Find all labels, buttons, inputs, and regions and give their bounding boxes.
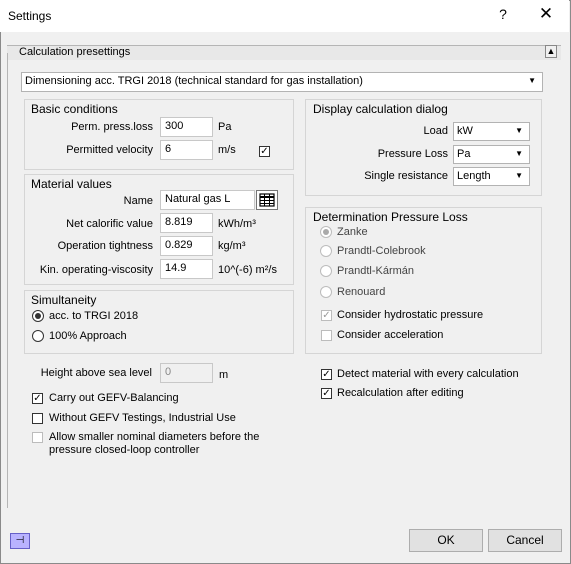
allow-smaller-label-1: Allow smaller nominal diameters before t… [49,431,260,443]
chevron-down-icon: ▼ [515,171,523,180]
chevron-down-icon: ▼ [515,126,523,135]
press-loss-label: Perm. press.loss [71,121,153,133]
title-bar: Settings ? ✕ [0,0,569,32]
velocity-checkbox[interactable]: ✓ [259,146,270,157]
press-loss-unit: Pa [218,121,232,133]
ok-button[interactable]: OK [409,529,483,552]
acceleration-checkbox[interactable] [321,330,332,341]
radio-prandtl-colebrook[interactable] [320,245,332,257]
single-resistance-select-value: Length [457,170,491,182]
chevron-down-icon: ▼ [528,76,536,85]
chevron-down-icon: ▼ [515,149,523,158]
table-icon-graphic [259,193,275,207]
ncv-label: Net calorific value [66,218,153,230]
radio-prandtl-karman-label: Prandtl-Kármán [337,265,415,277]
radio-trgi[interactable] [32,310,44,322]
height-label: Height above sea level [40,367,152,379]
section-header[interactable]: Calculation presettings ▲ [7,45,561,60]
detect-material-checkbox[interactable]: ✓ [321,369,332,380]
basic-conditions-title: Basic conditions [31,102,118,116]
help-icon[interactable]: ? [496,6,510,22]
single-resistance-label: Single resistance [364,170,448,182]
close-icon[interactable]: ✕ [535,4,557,24]
velocity-label: Permitted velocity [66,144,153,156]
radio-100-approach-label: 100% Approach [49,330,127,342]
press-loss-input[interactable]: 300 [160,117,213,137]
velocity-unit: m/s [218,144,236,156]
pin-icon[interactable]: ⊣ [10,533,30,549]
radio-zanke[interactable] [320,226,332,238]
load-label: Load [423,125,448,137]
velocity-input[interactable]: 6 [160,140,213,160]
recalculation-checkbox[interactable]: ✓ [321,388,332,399]
hydrostatic-label: Consider hydrostatic pressure [337,309,484,321]
section-title: Calculation presettings [19,46,131,58]
viscosity-input[interactable]: 14.9 [160,259,213,279]
standard-select[interactable]: Dimensioning acc. TRGI 2018 (technical s… [21,72,543,92]
radio-100-approach[interactable] [32,330,44,342]
simultaneity-title: Simultaneity [31,293,97,307]
radio-trgi-label: acc. to TRGI 2018 [49,310,139,322]
dialog-title: Settings [8,9,52,23]
operation-tightness-input[interactable]: 0.829 [160,236,213,256]
allow-smaller-checkbox[interactable] [32,432,43,443]
name-label: Name [123,195,153,207]
standard-select-value: Dimensioning acc. TRGI 2018 (technical s… [25,75,363,87]
material-values-title: Material values [31,177,112,191]
material-name-input[interactable]: Natural gas L [160,190,255,210]
ncv-unit: kWh/m³ [218,218,256,230]
pressure-loss-select-value: Pa [457,148,471,160]
height-input[interactable]: 0 [160,363,213,383]
load-select-value: kW [457,125,473,137]
detect-material-label: Detect material with every calculation [337,368,519,380]
operation-tightness-unit: kg/m³ [218,240,246,252]
radio-prandtl-karman[interactable] [320,265,332,277]
operation-tightness-label: Operation tightness [57,240,153,252]
determination-title: Determination Pressure Loss [313,210,468,224]
gefv-label: Carry out GEFV-Balancing [49,392,179,404]
without-gefv-checkbox[interactable] [32,413,43,424]
radio-zanke-label: Zanke [337,226,368,238]
section-rule [7,53,8,508]
radio-prandtl-colebrook-label: Prandtl-Colebrook [337,245,426,257]
pressure-loss-label: Pressure Loss [377,148,448,160]
cancel-button[interactable]: Cancel [488,529,562,552]
recalculation-label: Recalculation after editing [337,387,464,399]
table-icon[interactable] [256,190,278,210]
radio-renouard[interactable] [320,286,332,298]
single-resistance-select[interactable]: Length ▼ [453,167,530,186]
ncv-input[interactable]: 8.819 [160,213,213,233]
load-select[interactable]: kW ▼ [453,122,530,141]
allow-smaller-label-2: pressure closed-loop controller [49,444,200,456]
gefv-checkbox[interactable]: ✓ [32,393,43,404]
hydrostatic-checkbox[interactable]: ✓ [321,310,332,321]
viscosity-unit: 10^(-6) m²/s [218,264,277,276]
viscosity-label: Kin. operating-viscosity [39,264,153,276]
display-dialog-title: Display calculation dialog [313,102,448,116]
radio-renouard-label: Renouard [337,286,386,298]
acceleration-label: Consider acceleration [337,329,444,341]
collapse-arrow-icon[interactable]: ▲ [545,45,557,58]
height-unit: m [219,369,229,381]
without-gefv-label: Without GEFV Testings, Industrial Use [49,412,236,424]
pressure-loss-select[interactable]: Pa ▼ [453,145,530,164]
